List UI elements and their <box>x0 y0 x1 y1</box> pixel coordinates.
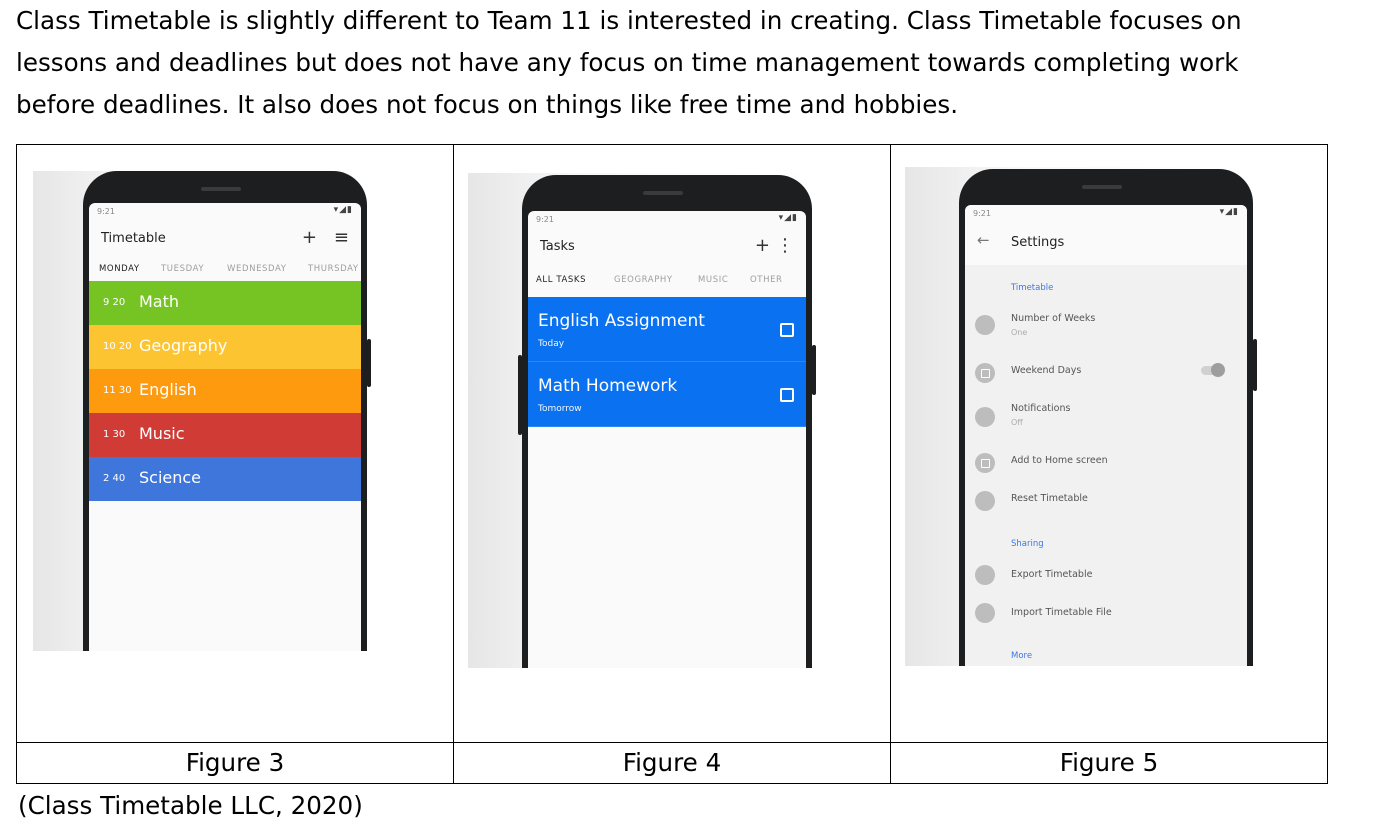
setting-weekend-days[interactable]: Weekend Days <box>1011 365 1081 376</box>
app-screen: 9:21 ▾◢▮ Timetable + ≡ MONDAY TUESDAY WE… <box>89 203 361 651</box>
task-item[interactable]: English Assignment Today <box>528 297 806 362</box>
task-due: Tomorrow <box>538 404 582 414</box>
tab-wednesday[interactable]: WEDNESDAY <box>227 264 287 274</box>
section-header-timetable: Timetable <box>1011 283 1054 293</box>
citation: (Class Timetable LLC, 2020) <box>18 791 363 820</box>
lesson-row[interactable]: 2 40 Science <box>89 457 361 501</box>
setting-import-timetable-file[interactable]: Import Timetable File <box>1011 607 1112 618</box>
tab-thursday[interactable]: THURSDAY <box>308 264 359 274</box>
tab-all-tasks[interactable]: ALL TASKS <box>536 275 586 285</box>
tab-other[interactable]: OTHER <box>750 275 783 285</box>
phone-mockup: 9:21 ▾◢▮ Timetable + ≡ MONDAY TUESDAY WE… <box>83 171 371 651</box>
lesson-time: 11 30 <box>103 385 132 396</box>
setting-number-of-weeks[interactable]: Number of Weeks <box>1011 313 1095 324</box>
task-name: English Assignment <box>538 311 705 331</box>
lesson-row[interactable]: 1 30 Music <box>89 413 361 457</box>
setting-export-timetable[interactable]: Export Timetable <box>1011 569 1092 580</box>
weekend-icon <box>975 363 995 383</box>
lesson-subject: Math <box>139 292 180 311</box>
phone-mockup: 9:21 ▾◢▮ ← Settings Timetable Number of … <box>959 169 1257 666</box>
lesson-row[interactable]: 10 20 Geography <box>89 325 361 369</box>
app-screen: 9:21 ▾◢▮ ← Settings Timetable Number of … <box>965 205 1247 666</box>
figure-4-label: Figure 4 <box>453 742 891 784</box>
figure-5-cell: 9:21 ▾◢▮ ← Settings Timetable Number of … <box>890 144 1328 743</box>
day-tabs: MONDAY TUESDAY WEDNESDAY THURSDAY <box>89 255 361 281</box>
back-arrow-icon[interactable]: ← <box>977 231 990 249</box>
phone-mockup: 9:21 ▾◢▮ Tasks + ⋮ ALL TASKS GEOGRAPHY M… <box>518 175 816 668</box>
lesson-subject: Geography <box>139 336 228 355</box>
setting-add-to-home-screen[interactable]: Add to Home screen <box>1011 455 1108 466</box>
tab-monday[interactable]: MONDAY <box>99 264 140 274</box>
body-paragraph: Class Timetable is slightly different to… <box>16 0 1361 126</box>
status-icons: ▾◢▮ <box>333 205 353 215</box>
paragraph-line-3: before deadlines. It also does not focus… <box>16 90 959 119</box>
lesson-row[interactable]: 9 20 Math <box>89 281 361 325</box>
reset-icon <box>975 491 995 511</box>
checkbox-icon[interactable] <box>780 388 794 402</box>
more-icon[interactable]: ⋮ <box>776 235 794 256</box>
app-title: Settings <box>1011 235 1065 250</box>
section-header-more: More <box>1011 651 1033 661</box>
setting-number-of-weeks-value: One <box>1011 328 1028 337</box>
setting-notifications[interactable]: Notifications <box>1011 403 1070 414</box>
tab-tuesday[interactable]: TUESDAY <box>161 264 204 274</box>
category-tabs: ALL TASKS GEOGRAPHY MUSIC OTHER <box>528 263 806 297</box>
bell-icon <box>975 407 995 427</box>
task-item[interactable]: Math Homework Tomorrow <box>528 362 806 427</box>
menu-icon[interactable]: ≡ <box>334 227 349 248</box>
lesson-time: 10 20 <box>103 341 132 352</box>
figure-3-cell: 9:21 ▾◢▮ Timetable + ≡ MONDAY TUESDAY WE… <box>16 144 454 743</box>
lesson-row[interactable]: 11 30 English <box>89 369 361 413</box>
add-icon[interactable]: + <box>302 227 317 248</box>
figure-3-label: Figure 3 <box>16 742 454 784</box>
app-screen: 9:21 ▾◢▮ Tasks + ⋮ ALL TASKS GEOGRAPHY M… <box>528 211 806 668</box>
status-time: 9:21 <box>973 209 991 218</box>
add-icon[interactable]: + <box>755 235 770 256</box>
lesson-list: 9 20 Math 10 20 Geography 11 30 English 1 30 Mu… <box>89 281 361 501</box>
lesson-subject: English <box>139 380 197 399</box>
tab-music[interactable]: MUSIC <box>698 275 728 285</box>
status-time: 9:21 <box>536 215 554 224</box>
setting-notifications-value: Off <box>1011 418 1023 427</box>
paragraph-line-2: lessons and deadlines but does not have … <box>16 48 1239 77</box>
lesson-subject: Science <box>139 468 202 487</box>
status-icons: ▾◢▮ <box>1219 207 1239 217</box>
tab-geography[interactable]: GEOGRAPHY <box>614 275 673 285</box>
lesson-time: 2 40 <box>103 473 126 484</box>
app-title: Timetable <box>101 231 166 246</box>
status-icons: ▾◢▮ <box>778 213 798 223</box>
paragraph-line-1: Class Timetable is slightly different to… <box>16 6 1242 35</box>
folder-icon <box>975 603 995 623</box>
lesson-time: 9 20 <box>103 297 126 308</box>
setting-reset-timetable[interactable]: Reset Timetable <box>1011 493 1088 504</box>
lesson-time: 1 30 <box>103 429 126 440</box>
export-icon <box>975 565 995 585</box>
app-title: Tasks <box>540 239 575 254</box>
figure-5-label: Figure 5 <box>890 742 1328 784</box>
task-due: Today <box>538 339 565 349</box>
figure-4-cell: 9:21 ▾◢▮ Tasks + ⋮ ALL TASKS GEOGRAPHY M… <box>453 144 891 743</box>
home-screen-icon <box>975 453 995 473</box>
figures-table: 9:21 ▾◢▮ Timetable + ≡ MONDAY TUESDAY WE… <box>16 144 1328 784</box>
status-time: 9:21 <box>97 207 115 216</box>
weeks-icon <box>975 315 995 335</box>
lesson-subject: Music <box>139 424 185 443</box>
task-name: Math Homework <box>538 376 678 396</box>
section-header-sharing: Sharing <box>1011 539 1044 549</box>
checkbox-icon[interactable] <box>780 323 794 337</box>
weekend-toggle[interactable] <box>1201 363 1225 377</box>
